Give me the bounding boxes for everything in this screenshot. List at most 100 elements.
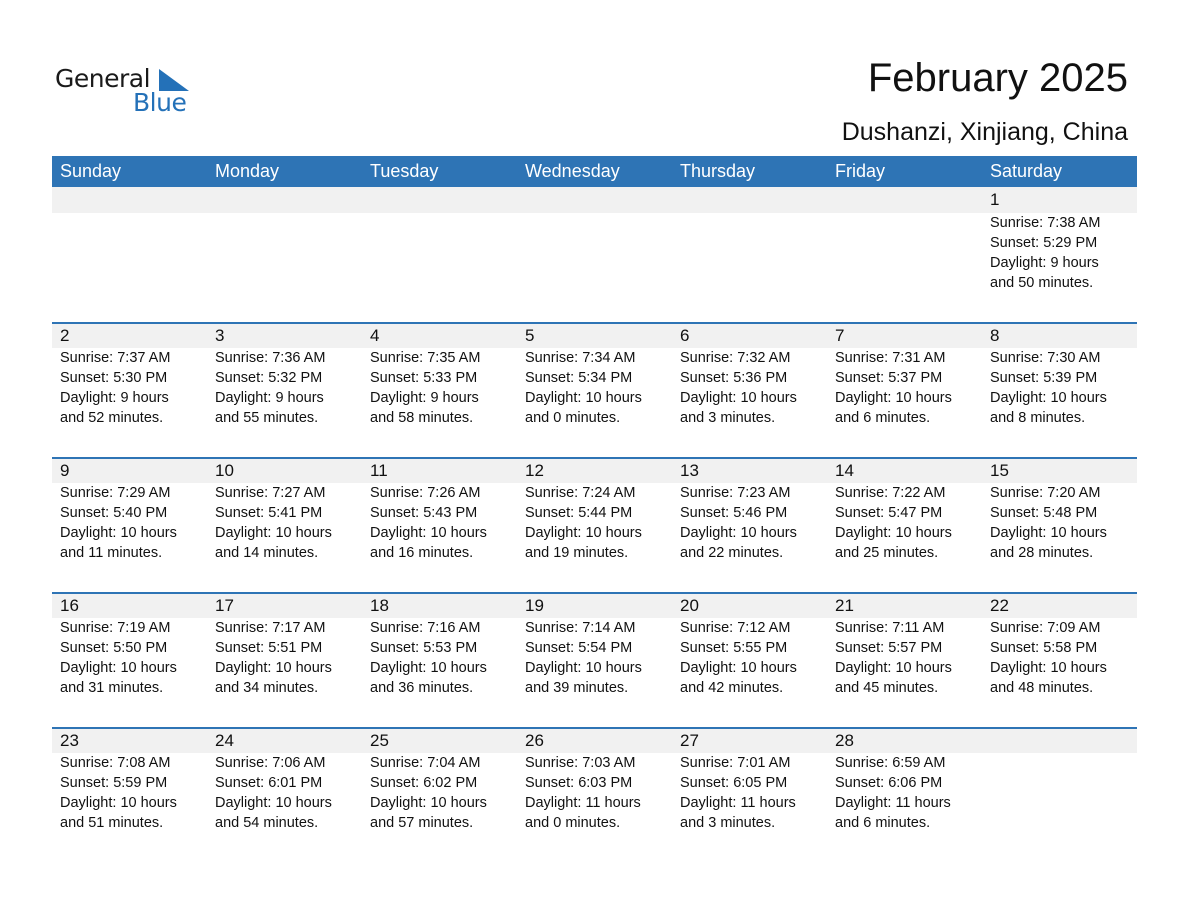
sunrise-text: Sunrise: 7:11 AM xyxy=(835,620,945,636)
sunset-text: Sunset: 5:41 PM xyxy=(215,505,323,521)
daylight-minutes-text: and 45 minutes. xyxy=(835,680,939,696)
sunset-text: Sunset: 5:46 PM xyxy=(680,505,788,521)
sunset-text: Sunset: 5:43 PM xyxy=(370,505,478,521)
day-number: 4 xyxy=(370,326,380,345)
day-cell: 4 Sunrise: 7:35 AM Sunset: 5:33 PM Daylight… xyxy=(362,324,517,457)
sunset-text: Sunset: 5:55 PM xyxy=(680,640,788,656)
sunrise-text: Sunrise: 7:03 AM xyxy=(525,755,636,771)
day-number: 18 xyxy=(370,596,389,615)
day-number: 5 xyxy=(525,326,535,345)
day-number: 24 xyxy=(215,731,234,750)
sunrise-text: Sunrise: 7:06 AM xyxy=(215,755,326,771)
sunrise-text: Sunrise: 7:32 AM xyxy=(680,350,791,366)
day-number: 11 xyxy=(370,461,388,480)
daylight-minutes-text: and 57 minutes. xyxy=(370,815,474,831)
page-title: February 2025 xyxy=(867,56,1128,100)
empty-day-cell xyxy=(207,187,362,322)
daylight-hours-text: Daylight: 11 hours xyxy=(680,795,796,811)
day-cell: 25 Sunrise: 7:04 AM Sunset: 6:02 PM Dayligh… xyxy=(362,729,517,862)
sunrise-text: Sunrise: 7:20 AM xyxy=(990,485,1101,501)
day-cell: 8 Sunrise: 7:30 AM Sunset: 5:39 PM Daylight… xyxy=(982,324,1137,457)
day-cell: 24 Sunrise: 7:06 AM Sunset: 6:01 PM Dayligh… xyxy=(207,729,362,862)
sunrise-text: Sunrise: 7:31 AM xyxy=(835,350,946,366)
day-number: 26 xyxy=(525,731,544,750)
daylight-hours-text: Daylight: 11 hours xyxy=(835,795,951,811)
day-number: 20 xyxy=(680,596,699,615)
weekday-saturday: Saturday xyxy=(990,161,1063,181)
day-number: 8 xyxy=(990,326,1000,345)
calendar-grid: Sunday Monday Tuesday Wednesday Thursday Frid… xyxy=(52,156,1137,862)
day-number: 14 xyxy=(835,461,854,480)
daylight-hours-text: Daylight: 11 hours xyxy=(525,795,641,811)
daylight-minutes-text: and 11 minutes. xyxy=(60,545,163,561)
sunrise-text: Sunrise: 7:19 AM xyxy=(60,620,171,636)
day-cell: 15 Sunrise: 7:20 AM Sunset: 5:48 PM Dayligh… xyxy=(982,459,1137,592)
day-number: 28 xyxy=(835,731,854,750)
day-number: 27 xyxy=(680,731,699,750)
day-number: 12 xyxy=(525,461,544,480)
daylight-minutes-text: and 52 minutes. xyxy=(60,410,164,426)
day-cell: 23 Sunrise: 7:08 AM Sunset: 5:59 PM Dayligh… xyxy=(52,729,207,862)
day-cell: 14 Sunrise: 7:22 AM Sunset: 5:47 PM Dayligh… xyxy=(827,459,982,592)
sunrise-text: Sunrise: 7:08 AM xyxy=(60,755,171,771)
sunset-text: Sunset: 5:30 PM xyxy=(60,370,168,386)
day-cell: 21 Sunrise: 7:11 AM Sunset: 5:57 PM Dayligh… xyxy=(827,594,982,727)
day-cell: 9 Sunrise: 7:29 AM Sunset: 5:40 PM Daylight… xyxy=(52,459,207,592)
daylight-minutes-text: and 16 minutes. xyxy=(370,545,474,561)
day-cell: 28 Sunrise: 6:59 AM Sunset: 6:06 PM Dayligh… xyxy=(827,729,982,862)
sunset-text: Sunset: 5:54 PM xyxy=(525,640,633,656)
daylight-hours-text: Daylight: 10 hours xyxy=(835,525,952,541)
location-subtitle: Dushanzi, Xinjiang, China xyxy=(841,118,1128,146)
sunrise-text: Sunrise: 7:30 AM xyxy=(990,350,1101,366)
day-cell: 19 Sunrise: 7:14 AM Sunset: 5:54 PM Dayligh… xyxy=(517,594,672,727)
daylight-minutes-text: and 36 minutes. xyxy=(370,680,474,696)
day-cell: 5 Sunrise: 7:34 AM Sunset: 5:34 PM Daylight… xyxy=(517,324,672,457)
daylight-minutes-text: and 55 minutes. xyxy=(215,410,319,426)
daylight-minutes-text: and 6 minutes. xyxy=(835,410,931,426)
sunset-text: Sunset: 5:58 PM xyxy=(990,640,1098,656)
daylight-minutes-text: and 39 minutes. xyxy=(525,680,629,696)
daylight-minutes-text: and 3 minutes. xyxy=(680,410,776,426)
sunset-text: Sunset: 5:39 PM xyxy=(990,370,1098,386)
sunrise-text: Sunrise: 7:37 AM xyxy=(60,350,171,366)
day-number: 6 xyxy=(680,326,690,345)
day-number: 10 xyxy=(215,461,234,480)
sunset-text: Sunset: 5:48 PM xyxy=(990,505,1098,521)
empty-day-cell xyxy=(982,729,1137,862)
daylight-hours-text: Daylight: 9 hours xyxy=(370,390,479,406)
daylight-minutes-text: and 31 minutes. xyxy=(60,680,164,696)
daylight-hours-text: Daylight: 10 hours xyxy=(60,525,177,541)
sunset-text: Sunset: 6:06 PM xyxy=(835,775,943,791)
daylight-hours-text: Daylight: 10 hours xyxy=(370,525,487,541)
daylight-minutes-text: and 42 minutes. xyxy=(680,680,784,696)
day-cell: 10 Sunrise: 7:27 AM Sunset: 5:41 PM Dayligh… xyxy=(207,459,362,592)
weekday-thursday: Thursday xyxy=(680,161,756,181)
daylight-hours-text: Daylight: 10 hours xyxy=(835,660,952,676)
daylight-hours-text: Daylight: 10 hours xyxy=(215,795,332,811)
daylight-hours-text: Daylight: 10 hours xyxy=(835,390,952,406)
daylight-minutes-text: and 6 minutes. xyxy=(835,815,931,831)
daylight-hours-text: Daylight: 10 hours xyxy=(990,390,1107,406)
day-cell: 1 Sunrise: 7:38 AM Sunset: 5:29 PM Daylight… xyxy=(982,187,1137,322)
daylight-minutes-text: and 48 minutes. xyxy=(990,680,1094,696)
daylight-hours-text: Daylight: 10 hours xyxy=(525,390,642,406)
daylight-minutes-text: and 51 minutes. xyxy=(60,815,164,831)
daylight-hours-text: Daylight: 10 hours xyxy=(525,660,642,676)
day-number: 19 xyxy=(525,596,544,615)
sunrise-text: Sunrise: 7:22 AM xyxy=(835,485,946,501)
sunrise-text: Sunrise: 7:12 AM xyxy=(680,620,791,636)
sunrise-text: Sunrise: 7:34 AM xyxy=(525,350,636,366)
week-row: 16 Sunrise: 7:19 AM Sunset: 5:50 PM Dayligh… xyxy=(52,592,1137,727)
sunset-text: Sunset: 5:34 PM xyxy=(525,370,633,386)
day-cell: 3 Sunrise: 7:36 AM Sunset: 5:32 PM Daylight… xyxy=(207,324,362,457)
daylight-hours-text: Daylight: 10 hours xyxy=(60,795,177,811)
sunrise-text: Sunrise: 7:04 AM xyxy=(370,755,481,771)
daylight-minutes-text: and 19 minutes. xyxy=(525,545,629,561)
daylight-minutes-text: and 28 minutes. xyxy=(990,545,1094,561)
day-cell: 22 Sunrise: 7:09 AM Sunset: 5:58 PM Dayligh… xyxy=(982,594,1137,727)
weekday-header: Sunday Monday Tuesday Wednesday Thursday Frid… xyxy=(52,156,1137,187)
sunset-text: Sunset: 5:40 PM xyxy=(60,505,168,521)
day-cell: 27 Sunrise: 7:01 AM Sunset: 6:05 PM Dayligh… xyxy=(672,729,827,862)
daylight-minutes-text: and 50 minutes. xyxy=(990,275,1094,291)
day-cell: 20 Sunrise: 7:12 AM Sunset: 5:55 PM Dayligh… xyxy=(672,594,827,727)
